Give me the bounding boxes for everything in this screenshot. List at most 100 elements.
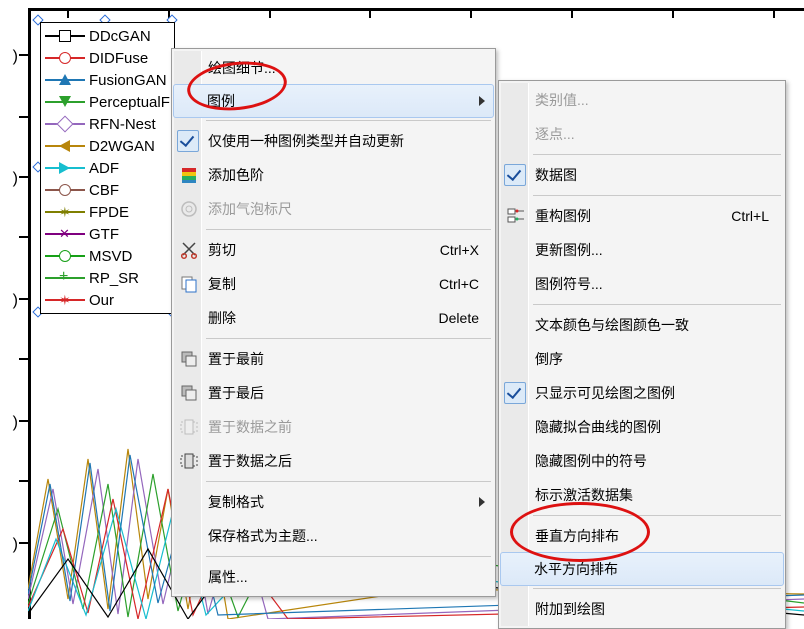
legend-label: RFN-Nest	[89, 116, 156, 133]
reconstruct-icon	[506, 206, 526, 226]
menu-item[interactable]: 绘图细节...	[174, 51, 493, 85]
legend-label: CBF	[89, 182, 119, 199]
menu-separator	[206, 556, 491, 557]
legend-label: FPDE	[89, 204, 129, 221]
submenu-item[interactable]: 垂直方向排布	[501, 519, 783, 553]
menu-label: 保存格式为主题...	[208, 526, 318, 546]
submenu-item[interactable]: 隐藏图例中的符号	[501, 444, 783, 478]
legend-entry[interactable]: ✶FPDE	[45, 201, 170, 223]
legend-marker-icon: ✶	[45, 293, 85, 307]
legend-marker-icon	[45, 139, 85, 153]
menu-label: 置于数据之前	[208, 417, 292, 437]
menu-label: 图例符号...	[535, 274, 603, 294]
menu-item[interactable]: 复制格式	[174, 485, 493, 519]
submenu-item[interactable]: 标示激活数据集	[501, 478, 783, 512]
menu-item[interactable]: 删除 Delete	[174, 301, 493, 335]
menu-label: 隐藏拟合曲线的图例	[535, 417, 661, 437]
legend-label: GTF	[89, 226, 119, 243]
back-icon	[179, 383, 199, 403]
menu-item[interactable]: 置于数据之后	[174, 444, 493, 478]
legend-entry[interactable]: ✶ Our	[45, 289, 170, 311]
menu-item: 置于数据之前	[174, 410, 493, 444]
submenu-item[interactable]: 只显示可见绘图之图例	[501, 376, 783, 410]
menu-item[interactable]: 剪切Ctrl+X	[174, 233, 493, 267]
legend-label: DDcGAN	[89, 28, 151, 45]
menu-label: 添加色阶	[208, 165, 264, 185]
legend-marker-icon	[45, 117, 85, 131]
submenu-item[interactable]: 倒序	[501, 342, 783, 376]
menu-label: 仅使用一种图例类型并自动更新	[208, 131, 404, 151]
context-menu[interactable]: 绘图细节...图例仅使用一种图例类型并自动更新添加色阶添加气泡标尺剪切Ctrl+…	[171, 48, 496, 597]
dback-icon	[179, 451, 199, 471]
legend-label: PerceptualF	[89, 94, 170, 111]
legend-entry[interactable]: +RP_SR	[45, 267, 170, 289]
legend-marker-icon	[45, 161, 85, 175]
menu-separator	[533, 304, 781, 305]
menu-separator	[206, 338, 491, 339]
submenu-item[interactable]: 附加到绘图	[501, 592, 783, 626]
submenu-arrow-icon	[479, 96, 485, 106]
menu-item[interactable]: 属性...	[174, 560, 493, 594]
submenu-item[interactable]: 文本颜色与绘图颜色一致	[501, 308, 783, 342]
legend-entry[interactable]: DDcGAN	[45, 25, 170, 47]
submenu-item[interactable]: 隐藏拟合曲线的图例	[501, 410, 783, 444]
submenu-item[interactable]: 数据图	[501, 158, 783, 192]
y-axis-mark: )	[0, 292, 18, 310]
menu-label: 删除	[208, 308, 236, 328]
menu-label: 更新图例...	[535, 240, 603, 260]
submenu-item[interactable]: 更新图例...	[501, 233, 783, 267]
legend-marker-icon	[45, 73, 85, 87]
menu-label: 附加到绘图	[535, 599, 605, 619]
menu-label: 隐藏图例中的符号	[535, 451, 647, 471]
menu-label: 倒序	[535, 349, 563, 369]
y-axis-mark: )	[0, 48, 18, 66]
check-icon	[504, 382, 526, 404]
legend-label: D2WGAN	[89, 138, 155, 155]
menu-separator	[533, 154, 781, 155]
menu-separator	[533, 588, 781, 589]
y-axis-mark: )	[0, 170, 18, 188]
submenu-item: 逐点...	[501, 117, 783, 151]
menu-item[interactable]: 保存格式为主题...	[174, 519, 493, 553]
menu-label: 垂直方向排布	[535, 526, 619, 546]
legend-entry[interactable]: DIDFuse	[45, 47, 170, 69]
menu-separator	[206, 481, 491, 482]
legend-label: Our	[89, 292, 114, 309]
copy-icon	[179, 274, 199, 294]
legend-marker-icon: ✕	[45, 227, 85, 241]
legend-entry[interactable]: ADF	[45, 157, 170, 179]
legend-entry[interactable]: D2WGAN	[45, 135, 170, 157]
check-icon	[504, 164, 526, 186]
menu-label: 水平方向排布	[534, 559, 618, 579]
menu-item[interactable]: 图例	[173, 84, 494, 118]
submenu-item[interactable]: 重构图例Ctrl+L	[501, 199, 783, 233]
legend-entry[interactable]: RFN-Nest	[45, 113, 170, 135]
submenu-item[interactable]: 水平方向排布	[500, 552, 784, 586]
menu-item[interactable]: 置于最后	[174, 376, 493, 410]
legend-entry[interactable]: CBF	[45, 179, 170, 201]
legend-entry[interactable]: MSVD	[45, 245, 170, 267]
menu-label: 置于最后	[208, 383, 264, 403]
legend-marker-icon	[45, 51, 85, 65]
legend-entry[interactable]: PerceptualF	[45, 91, 170, 113]
submenu-item[interactable]: 图例符号...	[501, 267, 783, 301]
legend-entry[interactable]: ✕ GTF	[45, 223, 170, 245]
chart-legend[interactable]: DDcGAN DIDFuseFusionGAN PerceptualF RFN-Nes…	[40, 22, 175, 314]
menu-label: 只显示可见绘图之图例	[535, 383, 675, 403]
menu-label: 绘图细节...	[208, 58, 276, 78]
menu-separator	[533, 195, 781, 196]
legend-submenu[interactable]: 类别值... 逐点... 数据图重构图例Ctrl+L 更新图例... 图例符号... 文本…	[498, 80, 786, 629]
menu-separator	[206, 120, 491, 121]
y-axis-mark: )	[0, 414, 18, 432]
menu-item[interactable]: 添加色阶	[174, 158, 493, 192]
colorscale-icon	[179, 165, 199, 185]
menu-shortcut: Delete	[439, 310, 479, 326]
legend-marker-icon	[45, 95, 85, 109]
legend-entry[interactable]: FusionGAN	[45, 69, 170, 91]
menu-label: 类别值...	[535, 90, 589, 110]
menu-separator	[533, 515, 781, 516]
menu-item[interactable]: 置于最前	[174, 342, 493, 376]
menu-item[interactable]: 仅使用一种图例类型并自动更新	[174, 124, 493, 158]
menu-label: 复制	[208, 274, 236, 294]
menu-item[interactable]: 复制Ctrl+C	[174, 267, 493, 301]
